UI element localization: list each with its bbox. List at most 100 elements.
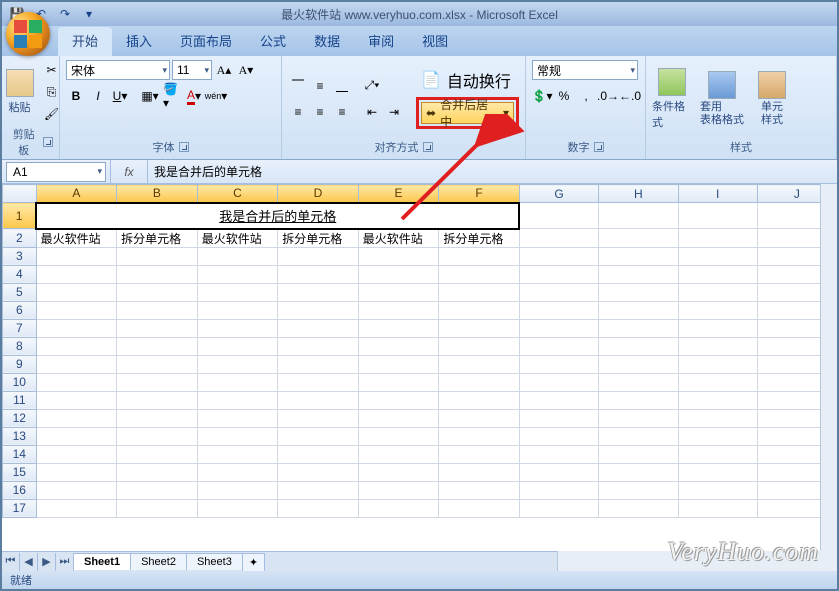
cell[interactable] <box>358 499 439 517</box>
cell[interactable] <box>599 481 678 499</box>
increase-font-button[interactable]: A▴ <box>214 60 234 80</box>
row-header-16[interactable]: 16 <box>3 481 37 499</box>
cell[interactable] <box>358 445 439 463</box>
border-button[interactable]: ▦▾ <box>140 86 160 106</box>
cell[interactable] <box>599 301 678 319</box>
sheet-tab-Sheet3[interactable]: Sheet3 <box>186 553 243 570</box>
font-dialog-icon[interactable] <box>179 142 189 152</box>
cell[interactable] <box>678 409 757 427</box>
cell[interactable] <box>278 265 359 283</box>
cell[interactable] <box>678 499 757 517</box>
cell[interactable] <box>678 203 757 229</box>
decrease-decimal-button[interactable]: ←.0 <box>620 86 640 106</box>
cell[interactable] <box>678 427 757 445</box>
cell[interactable] <box>519 445 598 463</box>
cell[interactable] <box>36 427 117 445</box>
cell[interactable] <box>678 391 757 409</box>
cell[interactable] <box>36 373 117 391</box>
cell[interactable] <box>678 247 757 265</box>
cell[interactable] <box>599 247 678 265</box>
cell[interactable] <box>519 301 598 319</box>
cell[interactable] <box>678 355 757 373</box>
percent-button[interactable]: % <box>554 86 574 106</box>
row-header-1[interactable]: 1 <box>3 203 37 229</box>
cell[interactable] <box>36 391 117 409</box>
cell[interactable] <box>117 409 198 427</box>
tab-数据[interactable]: 数据 <box>300 27 354 56</box>
col-header-C[interactable]: C <box>197 185 278 203</box>
currency-button[interactable]: 💲▾ <box>532 86 552 106</box>
cell[interactable] <box>439 481 520 499</box>
cell[interactable] <box>439 301 520 319</box>
cell[interactable] <box>519 265 598 283</box>
cell[interactable]: 最火软件站 <box>197 229 278 248</box>
cell[interactable] <box>197 391 278 409</box>
cell[interactable] <box>117 481 198 499</box>
row-header-14[interactable]: 14 <box>3 445 37 463</box>
row-header-9[interactable]: 9 <box>3 355 37 373</box>
format-painter-button[interactable]: 🖌 <box>42 104 62 124</box>
cell[interactable] <box>599 499 678 517</box>
cell[interactable] <box>519 203 598 229</box>
cell[interactable] <box>197 247 278 265</box>
cell[interactable] <box>599 355 678 373</box>
align-top-button[interactable]: ⎺ <box>288 76 308 96</box>
cut-button[interactable]: ✂ <box>42 60 62 80</box>
horizontal-scrollbar[interactable] <box>557 551 837 571</box>
cell[interactable] <box>278 463 359 481</box>
cell[interactable] <box>358 463 439 481</box>
cell[interactable] <box>599 265 678 283</box>
cell[interactable]: 拆分单元格 <box>117 229 198 248</box>
clipboard-dialog-icon[interactable] <box>43 137 53 147</box>
cell[interactable] <box>197 301 278 319</box>
cell[interactable] <box>358 409 439 427</box>
row-header-2[interactable]: 2 <box>3 229 37 248</box>
cell[interactable] <box>278 283 359 301</box>
cell[interactable] <box>678 283 757 301</box>
cell[interactable] <box>358 247 439 265</box>
cell[interactable] <box>599 373 678 391</box>
sheet-tab-Sheet1[interactable]: Sheet1 <box>73 553 131 570</box>
cell[interactable] <box>439 499 520 517</box>
col-header-A[interactable]: A <box>36 185 117 203</box>
align-center-button[interactable]: ≡ <box>310 102 330 122</box>
sheet-nav-last[interactable]: ⏭ <box>56 553 74 571</box>
phonetic-button[interactable]: wén▾ <box>206 86 226 106</box>
merge-center-button[interactable]: ⬌ 合并后居中 ▾ <box>421 102 514 124</box>
cell[interactable] <box>358 373 439 391</box>
row-header-15[interactable]: 15 <box>3 463 37 481</box>
col-header-F[interactable]: F <box>439 185 520 203</box>
cell[interactable] <box>519 481 598 499</box>
cell[interactable] <box>117 301 198 319</box>
cell[interactable] <box>678 301 757 319</box>
name-box[interactable]: A1 <box>6 162 106 182</box>
font-color-button[interactable]: A▾ <box>184 86 204 106</box>
font-size-combo[interactable]: 11 <box>172 60 212 80</box>
cell[interactable] <box>36 481 117 499</box>
cell[interactable] <box>117 283 198 301</box>
cell[interactable] <box>439 463 520 481</box>
cell[interactable] <box>197 481 278 499</box>
cell[interactable] <box>599 427 678 445</box>
cell[interactable] <box>197 373 278 391</box>
orientation-button[interactable]: ⤢▾ <box>362 76 382 96</box>
cell[interactable] <box>358 355 439 373</box>
cell[interactable] <box>117 463 198 481</box>
cell[interactable] <box>197 283 278 301</box>
increase-indent-button[interactable]: ⇥ <box>384 102 404 122</box>
cell[interactable] <box>599 463 678 481</box>
formula-input[interactable]: 我是合并后的单元格 <box>148 163 837 180</box>
cell[interactable]: 最火软件站 <box>36 229 117 248</box>
fx-button[interactable]: fx <box>110 160 148 183</box>
cell[interactable] <box>519 355 598 373</box>
cell[interactable] <box>358 301 439 319</box>
merged-cell[interactable]: 我是合并后的单元格 <box>36 203 519 229</box>
cell[interactable] <box>197 265 278 283</box>
cell[interactable] <box>439 409 520 427</box>
cell[interactable] <box>519 319 598 337</box>
paste-button[interactable]: 粘贴 <box>0 69 40 115</box>
col-header-G[interactable]: G <box>519 185 598 203</box>
cell[interactable] <box>519 247 598 265</box>
bold-button[interactable]: B <box>66 86 86 106</box>
cell[interactable] <box>197 499 278 517</box>
